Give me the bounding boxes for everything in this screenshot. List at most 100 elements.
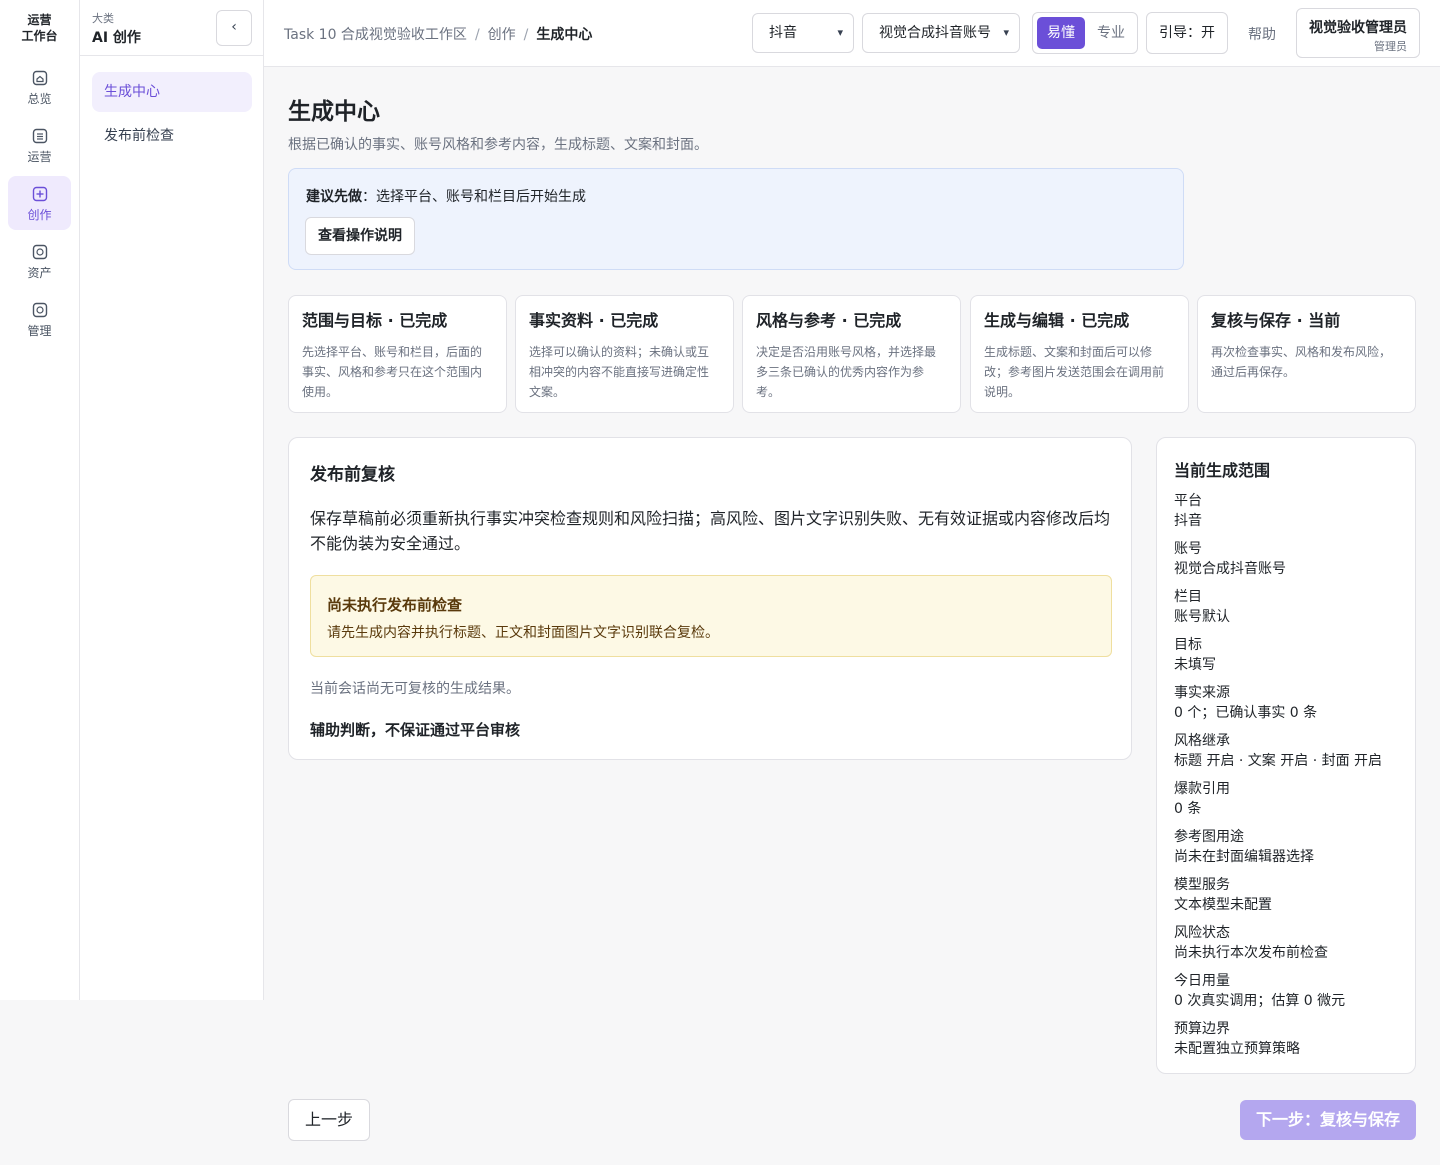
scope-row-goal: 目标 未填写	[1174, 635, 1410, 683]
scope-row-platform: 平台 抖音	[1174, 491, 1410, 539]
chevron-down-icon: ▾	[837, 26, 843, 39]
platform-select[interactable]: 抖音 ▾	[752, 13, 854, 53]
step-title: 范围与目标 · 已完成	[302, 311, 448, 330]
step-title: 复核与保存 · 当前	[1211, 311, 1341, 330]
sidebar-item-prepublish-check[interactable]: 发布前检查	[92, 116, 252, 156]
suggestion-text: 建议先做：选择平台、账号和栏目后开始生成	[306, 186, 586, 206]
breadcrumb-separator: /	[523, 27, 529, 43]
rail-item-label: 总览	[27, 92, 52, 106]
account-select-value: 视觉合成抖音账号	[879, 25, 991, 41]
rail-item-manage[interactable]: 管理	[8, 292, 71, 346]
page-title: 生成中心	[288, 99, 380, 125]
rail-item-label: 运营	[27, 150, 52, 164]
step-title: 风格与参考 · 已完成	[756, 311, 902, 330]
scope-list: 平台抖音 账号视觉合成抖音账号 栏目账号默认 目标未填写 事实来源 0 个；已确认…	[1174, 491, 1410, 1067]
rail-item-create[interactable]: 创作	[8, 176, 71, 230]
scope-value: 视觉合成抖音账号	[1174, 561, 1286, 577]
step-card-facts[interactable]: 事实资料 · 已完成 选择可以确认的资料；未确认或互相冲突的内容不能直接写进确定…	[515, 295, 734, 413]
breadcrumb: Task 10 合成视觉验收工作区 / 创作 / 生成中心	[284, 24, 592, 44]
mode-pro-button[interactable]: 专业	[1091, 17, 1131, 49]
sidebar-header: 大类 AI 创作 ‹	[80, 0, 263, 56]
scope-label: 目标	[1174, 637, 1202, 653]
page-subtitle: 根据已确认的事实、账号风格和参考内容，生成标题、文案和封面。	[288, 137, 708, 153]
mode-toggle: 易懂 专业	[1032, 12, 1138, 54]
rail-item-label: 资产	[27, 266, 52, 280]
scope-value: 0 次真实调用；估算 0 微元	[1174, 993, 1346, 1009]
next-step-button[interactable]: 下一步：复核与保存	[1240, 1100, 1416, 1140]
platform-select-value: 抖音	[769, 25, 797, 41]
prepublish-review-panel: 发布前复核 保存草稿前必须重新执行事实冲突检查规则和风险扫描；高风险、图片文字识…	[288, 437, 1132, 760]
scope-row-reference-image: 参考图用途 尚未在封面编辑器选择	[1174, 827, 1410, 875]
review-empty-state: 当前会话尚无可复核的生成结果。	[310, 681, 520, 697]
scope-row-usage-today: 今日用量 0 次真实调用；估算 0 微元	[1174, 971, 1410, 1019]
step-card-style[interactable]: 风格与参考 · 已完成 决定是否沿用账号风格，并选择最多三条已确认的优秀内容作为…	[742, 295, 961, 413]
sidebar-item-generation-center[interactable]: 生成中心	[92, 72, 252, 112]
scope-title: 当前生成范围	[1174, 461, 1271, 480]
step-description: 先选择平台、账号和栏目，后面的事实、风格和参考只在这个范围内使用。	[302, 345, 483, 399]
rail-item-overview[interactable]: 总览	[8, 60, 71, 114]
manage-icon	[32, 302, 47, 318]
suggestion-label: 建议先做	[306, 189, 362, 205]
scope-row-model-service: 模型服务文本模型未配置	[1174, 875, 1410, 923]
scope-value: 尚未在封面编辑器选择	[1174, 849, 1314, 865]
create-icon	[32, 186, 47, 202]
scope-row-hit-reference: 爆款引用 0 条	[1174, 779, 1410, 827]
review-disclaimer: 辅助判断，不保证通过平台审核	[310, 721, 521, 739]
scope-row-column: 栏目 账号默认	[1174, 587, 1410, 635]
sidebar-category-label: 大类	[92, 12, 114, 25]
guide-toggle-button[interactable]: 引导：开	[1146, 12, 1228, 54]
scope-value: 未填写	[1174, 657, 1216, 673]
step-card-generate[interactable]: 生成与编辑 · 已完成 生成标题、文案和封面后可以修改；参考图片发送范围会在调用…	[970, 295, 1189, 413]
mode-easy-button[interactable]: 易懂	[1037, 17, 1085, 49]
user-menu[interactable]: 视觉验收管理员 管理员	[1296, 8, 1420, 58]
list-icon	[32, 128, 47, 144]
scope-row-fact-source: 事实来源 0 个；已确认事实 0 条	[1174, 683, 1410, 731]
previous-step-button[interactable]: 上一步	[288, 1099, 370, 1141]
suggestion-body: ：选择平台、账号和栏目后开始生成	[362, 189, 586, 205]
view-instructions-button[interactable]: 查看操作说明	[305, 217, 415, 255]
chevron-left-icon: ‹	[231, 19, 237, 35]
scope-label: 预算边界	[1174, 1021, 1230, 1037]
rail-item-label: 创作	[27, 208, 52, 222]
chevron-down-icon: ▾	[1003, 26, 1009, 39]
help-link[interactable]: 帮助	[1248, 24, 1276, 44]
secondary-sidebar: 大类 AI 创作 ‹ 生成中心 发布前检查	[80, 0, 264, 1000]
scope-label: 账号	[1174, 541, 1202, 557]
step-description: 选择可以确认的资料；未确认或互相冲突的内容不能直接写进确定性文案。	[529, 345, 710, 399]
scope-value: 抖音	[1174, 513, 1202, 529]
scope-label: 爆款引用	[1174, 781, 1230, 797]
scope-label: 模型服务	[1174, 877, 1230, 893]
collapse-sidebar-button[interactable]: ‹	[216, 10, 252, 46]
breadcrumb-workspace[interactable]: Task 10 合成视觉验收工作区	[284, 27, 467, 43]
scope-value: 0 个；已确认事实 0 条	[1174, 705, 1318, 721]
breadcrumb-create[interactable]: 创作	[488, 27, 516, 43]
rail-item-operations[interactable]: 运营	[8, 118, 71, 172]
step-card-review[interactable]: 复核与保存 · 当前 再次检查事实、风格和发布风险，通过后再保存。	[1197, 295, 1416, 413]
user-name: 视觉验收管理员	[1309, 20, 1407, 36]
step-description: 生成标题、文案和封面后可以修改；参考图片发送范围会在调用前说明。	[984, 345, 1165, 399]
breadcrumb-separator: /	[474, 27, 480, 43]
step-title: 生成与编辑 · 已完成	[984, 311, 1130, 330]
warning-title: 尚未执行发布前检查	[327, 596, 463, 614]
account-select[interactable]: 视觉合成抖音账号 ▾	[862, 13, 1020, 53]
sidebar-category-name: AI 创作	[92, 30, 141, 46]
step-card-scope[interactable]: 范围与目标 · 已完成 先选择平台、账号和栏目，后面的事实、风格和参考只在这个范…	[288, 295, 507, 413]
step-title: 事实资料 · 已完成	[529, 311, 659, 330]
scope-row-risk-status: 风险状态 尚未执行本次发布前检查	[1174, 923, 1410, 971]
asset-icon	[32, 244, 47, 260]
suggestion-banner: 建议先做：选择平台、账号和栏目后开始生成 查看操作说明	[288, 168, 1184, 270]
scope-value: 账号默认	[1174, 609, 1230, 625]
rail-item-label: 管理	[27, 324, 52, 338]
step-description: 决定是否沿用账号风格，并选择最多三条已确认的优秀内容作为参考。	[756, 345, 937, 399]
warning-box: 尚未执行发布前检查 请先生成内容并执行标题、正文和封面图片文字识别联合复检。	[310, 575, 1112, 657]
scope-value: 文本模型未配置	[1174, 897, 1272, 913]
scope-row-budget: 预算边界 未配置独立预算策略	[1174, 1019, 1410, 1067]
scope-row-style-inherit: 风格继承 标题 开启 · 文案 开启 · 封面 开启	[1174, 731, 1410, 779]
rail-item-assets[interactable]: 资产	[8, 234, 71, 288]
app-title: 运营 工作台	[21, 13, 58, 43]
warning-text: 请先生成内容并执行标题、正文和封面图片文字识别联合复检。	[327, 625, 719, 641]
scope-label: 平台	[1174, 493, 1202, 509]
scope-label: 栏目	[1174, 589, 1202, 605]
scope-value: 尚未执行本次发布前检查	[1174, 945, 1328, 961]
home-icon	[32, 70, 47, 86]
